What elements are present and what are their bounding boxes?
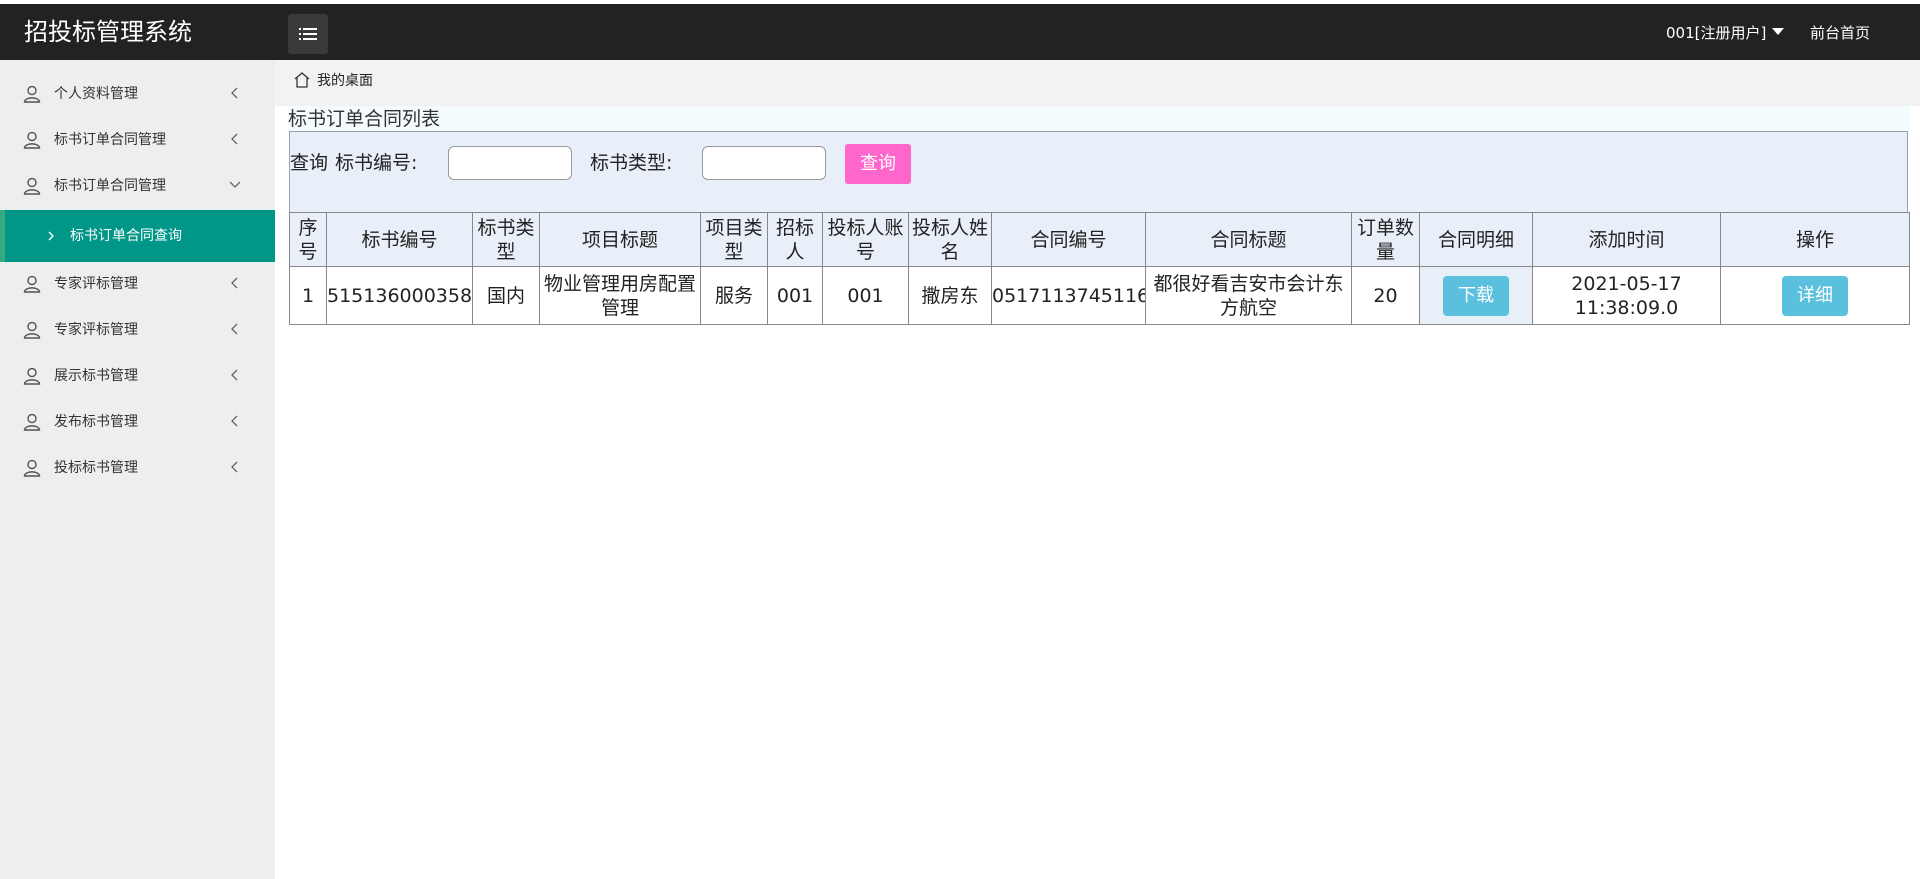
chevron-left-icon [231, 133, 238, 145]
sidebar-item-profile[interactable]: 个人资料管理 [0, 72, 275, 116]
chevron-left-icon [231, 323, 238, 335]
sidebar-item-contract-1[interactable]: 标书订单合同管理 [0, 118, 275, 162]
col-header: 操作 [1720, 212, 1910, 267]
user-icon [23, 275, 41, 293]
col-header: 投标人姓名 [908, 212, 992, 267]
cell-bidder-name: 撒房东 [908, 266, 992, 325]
col-header: 招标人 [767, 212, 823, 267]
front-home-link[interactable]: 前台首页 [1810, 22, 1870, 44]
cell-contract-detail: 下载 [1419, 266, 1533, 325]
sidebar-item-label: 投标标书管理 [54, 460, 138, 476]
cell-contract-title: 都很好看吉安市会计东方航空 [1145, 266, 1352, 325]
col-header: 序号 [289, 212, 327, 267]
sidebar-item-contract-2[interactable]: 标书订单合同管理 [0, 164, 275, 208]
sidebar-item-show-bids[interactable]: 展示标书管理 [0, 354, 275, 398]
home-icon [294, 72, 310, 88]
menu-toggle-button[interactable] [288, 14, 328, 54]
contract-table: 序号 标书编号 标书类型 项目标题 项目类型 招标人 投标人账号 投标人姓名 合… [289, 212, 1910, 325]
sidebar-subitem-contract-query[interactable]: 标书订单合同查询 [0, 210, 275, 262]
table-header-row: 序号 标书编号 标书类型 项目标题 项目类型 招标人 投标人账号 投标人姓名 合… [289, 212, 1910, 267]
user-menu[interactable]: 001[注册用户] [1666, 22, 1785, 44]
caret-down-icon [1772, 27, 1785, 35]
cell-tenderer: 001 [767, 266, 823, 325]
sidebar-item-label: 专家评标管理 [54, 322, 138, 338]
col-header: 合同编号 [991, 212, 1146, 267]
breadcrumb: 我的桌面 [275, 60, 1920, 106]
chevron-left-icon [231, 461, 238, 473]
user-icon [23, 131, 41, 149]
app-root: 招投标管理系统 001[注册用户] 前台首页 个人资料管理 标书订单合同管理 标… [0, 0, 1920, 879]
title-band [288, 106, 1910, 132]
bid-type-input[interactable] [702, 146, 826, 180]
sidebar-item-label: 专家评标管理 [54, 276, 138, 292]
user-icon [23, 85, 41, 103]
query-panel: 查询 标书编号: 标书类型: 查询 [289, 131, 1908, 213]
col-header: 标书类型 [472, 212, 540, 267]
sidebar-subitem-label: 标书订单合同查询 [70, 228, 182, 244]
cell-order-qty: 20 [1351, 266, 1420, 325]
col-header: 合同明细 [1419, 212, 1533, 267]
download-button[interactable]: 下载 [1443, 275, 1509, 316]
sidebar-item-expert-1[interactable]: 专家评标管理 [0, 262, 275, 306]
sidebar-item-publish-bids[interactable]: 发布标书管理 [0, 400, 275, 444]
breadcrumb-desktop-link[interactable]: 我的桌面 [317, 70, 373, 92]
sidebar-item-label: 标书订单合同管理 [54, 132, 166, 148]
cell-project-type: 服务 [700, 266, 768, 325]
user-label: 001[注册用户] [1666, 24, 1767, 42]
bid-number-label: 标书编号: [335, 152, 418, 174]
top-header: 招投标管理系统 001[注册用户] 前台首页 [0, 4, 1920, 60]
user-icon [23, 459, 41, 477]
user-icon [23, 413, 41, 431]
chevron-left-icon [231, 369, 238, 381]
user-icon [23, 177, 41, 195]
col-header: 订单数量 [1351, 212, 1420, 267]
app-title: 招投标管理系统 [24, 18, 192, 46]
query-button[interactable]: 查询 [845, 144, 911, 184]
col-header: 添加时间 [1532, 212, 1721, 267]
table-row: 1 5151360003586 国内 物业管理用房配置管理 服务 001 001… [289, 266, 1910, 325]
col-header: 项目标题 [539, 212, 701, 267]
cell-add-time: 2021-05-17 11:38:09.0 [1532, 266, 1721, 325]
col-header: 标书编号 [326, 212, 473, 267]
cell-seq: 1 [289, 266, 327, 325]
cell-contract-no: 05171137451168 [991, 266, 1146, 325]
detail-button[interactable]: 详细 [1782, 275, 1848, 316]
cell-bidder-account: 001 [822, 266, 909, 325]
sidebar-item-label: 个人资料管理 [54, 86, 138, 102]
bid-type-label: 标书类型: [590, 152, 673, 174]
sidebar-item-label: 标书订单合同管理 [54, 178, 166, 194]
cell-action: 详细 [1720, 266, 1910, 325]
cell-project-title: 物业管理用房配置管理 [539, 266, 701, 325]
sidebar-item-tender-bids[interactable]: 投标标书管理 [0, 446, 275, 490]
chevron-down-icon [229, 181, 241, 188]
col-header: 投标人账号 [822, 212, 909, 267]
list-menu-icon [299, 28, 317, 40]
chevron-left-icon [231, 87, 238, 99]
chevron-right-icon [48, 231, 54, 241]
chevron-left-icon [231, 415, 238, 427]
col-header: 项目类型 [700, 212, 768, 267]
page-title: 标书订单合同列表 [288, 108, 441, 130]
cell-bid-type: 国内 [472, 266, 540, 325]
bid-number-input[interactable] [448, 146, 572, 180]
sidebar: 个人资料管理 标书订单合同管理 标书订单合同管理 标书订单合同查询 专家评标管理… [0, 60, 275, 879]
query-prefix-label: 查询 [290, 152, 329, 174]
cell-bid-no: 5151360003586 [326, 266, 473, 325]
col-header: 合同标题 [1145, 212, 1352, 267]
sidebar-item-label: 展示标书管理 [54, 368, 138, 384]
sidebar-item-expert-2[interactable]: 专家评标管理 [0, 308, 275, 352]
chevron-left-icon [231, 277, 238, 289]
sidebar-item-label: 发布标书管理 [54, 414, 138, 430]
user-icon [23, 367, 41, 385]
user-icon [23, 321, 41, 339]
active-indicator [0, 210, 5, 262]
